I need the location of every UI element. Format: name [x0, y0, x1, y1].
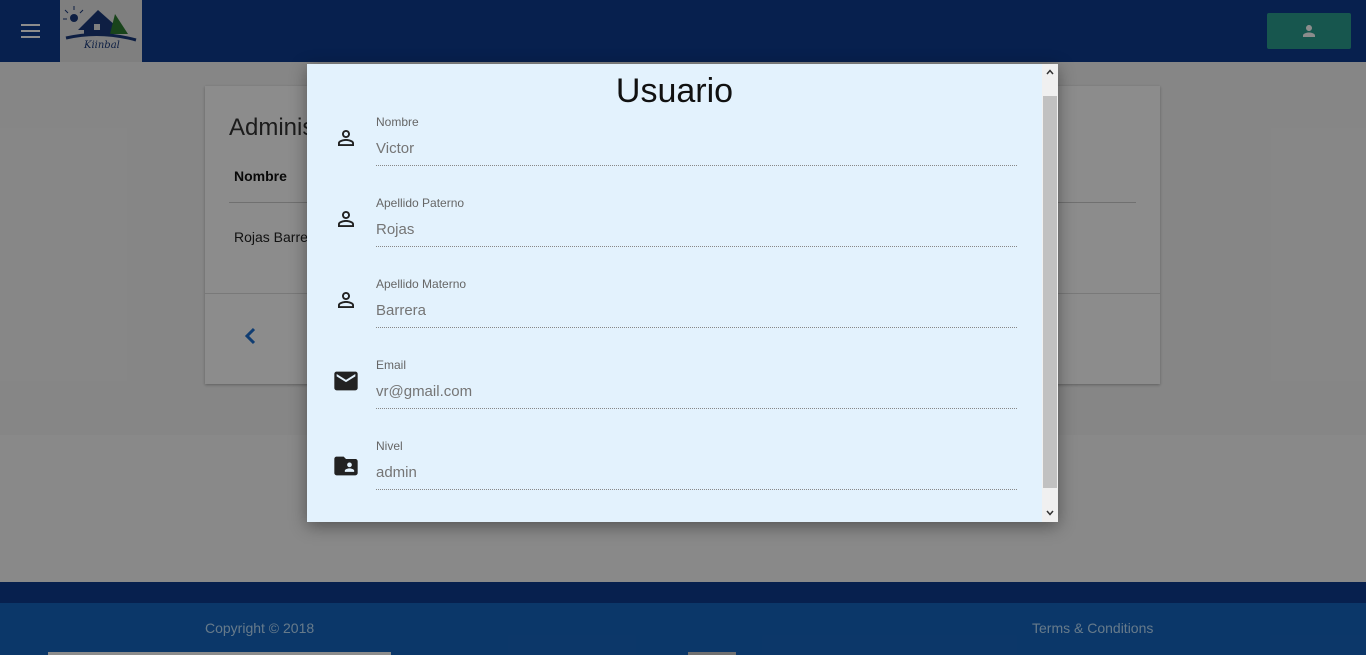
field-label: Email	[376, 358, 407, 372]
field-apellido-paterno: Apellido Paterno	[331, 196, 1017, 277]
user-modal: Usuario Nombre Apellido Paterno Apellido…	[307, 64, 1058, 522]
field-label: Apellido Paterno	[376, 196, 465, 210]
nivel-field[interactable]	[376, 455, 1017, 490]
person-outline-icon	[331, 123, 361, 153]
scroll-up-arrow-icon[interactable]	[1042, 64, 1058, 81]
folder-shared-icon	[331, 451, 361, 481]
email-icon	[331, 366, 361, 396]
modal-scrollbar[interactable]	[1042, 64, 1058, 522]
person-outline-icon	[331, 204, 361, 234]
field-apellido-materno: Apellido Materno	[331, 277, 1017, 358]
scroll-thumb[interactable]	[1043, 96, 1057, 488]
nombre-field[interactable]	[376, 131, 1017, 166]
field-nombre: Nombre	[331, 115, 1017, 196]
scroll-down-arrow-icon[interactable]	[1042, 505, 1058, 522]
field-label: Nivel	[376, 439, 403, 453]
field-label: Apellido Materno	[376, 277, 467, 291]
email-field[interactable]	[376, 374, 1017, 409]
field-email: Email	[331, 358, 1017, 439]
person-outline-icon	[331, 285, 361, 315]
field-label: Nombre	[376, 115, 419, 129]
field-nivel: Nivel	[331, 439, 1017, 520]
apellido-paterno-field[interactable]	[376, 212, 1017, 247]
apellido-materno-field[interactable]	[376, 293, 1017, 328]
modal-title: Usuario	[615, 72, 734, 110]
